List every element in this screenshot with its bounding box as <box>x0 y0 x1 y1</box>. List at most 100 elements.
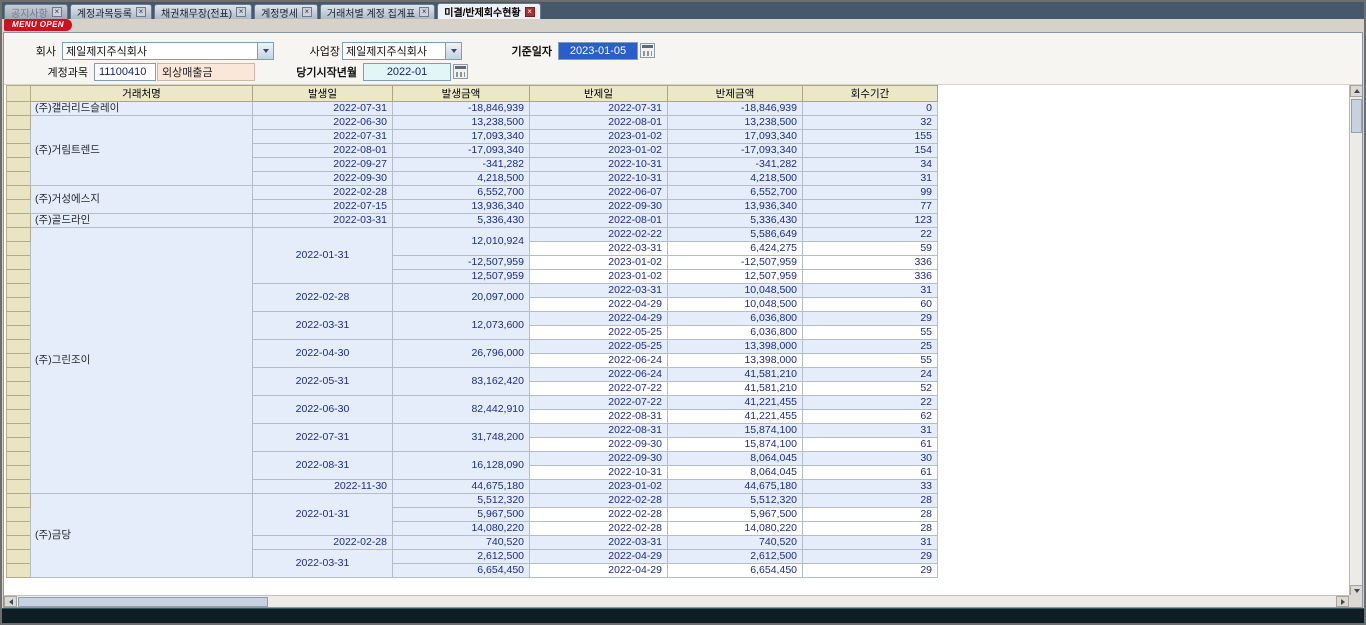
occur-amount-cell[interactable]: 12,073,600 <box>393 312 530 340</box>
menu-open-button[interactable]: MENU OPEN <box>4 19 72 31</box>
row-indicator[interactable] <box>7 522 31 536</box>
vertical-scrollbar-thumb[interactable] <box>1351 99 1362 133</box>
settle-date-cell[interactable]: 2022-02-28 <box>530 522 668 536</box>
period-cell[interactable]: 33 <box>803 480 938 494</box>
settle-amount-cell[interactable]: 4,218,500 <box>668 172 803 186</box>
period-cell[interactable]: 62 <box>803 410 938 424</box>
tab-close-icon[interactable]: × <box>136 7 146 17</box>
scroll-up-icon[interactable] <box>1350 85 1362 97</box>
occur-date-cell[interactable]: 2022-06-30 <box>253 396 393 424</box>
settle-amount-cell[interactable]: 13,238,500 <box>668 116 803 130</box>
row-indicator[interactable] <box>7 242 31 256</box>
row-indicator[interactable] <box>7 102 31 116</box>
settle-date-cell[interactable]: 2022-09-30 <box>530 438 668 452</box>
row-indicator[interactable] <box>7 312 31 326</box>
row-indicator[interactable] <box>7 452 31 466</box>
settle-date-cell[interactable]: 2022-04-29 <box>530 312 668 326</box>
period-cell[interactable]: 55 <box>803 326 938 340</box>
account-code-input[interactable]: 11100410 <box>94 63 156 81</box>
settle-date-cell[interactable]: 2022-07-22 <box>530 396 668 410</box>
row-indicator[interactable] <box>7 200 31 214</box>
settle-amount-cell[interactable]: 15,874,100 <box>668 438 803 452</box>
period-cell[interactable]: 60 <box>803 298 938 312</box>
settle-date-cell[interactable]: 2022-03-31 <box>530 242 668 256</box>
row-indicator[interactable] <box>7 284 31 298</box>
settle-amount-cell[interactable]: 6,654,450 <box>668 564 803 578</box>
occur-date-cell[interactable]: 2022-09-27 <box>253 158 393 172</box>
occur-amount-cell[interactable]: 4,218,500 <box>393 172 530 186</box>
row-indicator[interactable] <box>7 438 31 452</box>
settle-amount-cell[interactable]: 6,424,275 <box>668 242 803 256</box>
row-indicator[interactable] <box>7 158 31 172</box>
period-cell[interactable]: 32 <box>803 116 938 130</box>
settle-date-cell[interactable]: 2022-10-31 <box>530 466 668 480</box>
row-indicator[interactable] <box>7 424 31 438</box>
settle-date-cell[interactable]: 2022-05-25 <box>530 326 668 340</box>
period-cell[interactable]: 0 <box>803 102 938 116</box>
period-cell[interactable]: 34 <box>803 158 938 172</box>
period-cell[interactable]: 31 <box>803 172 938 186</box>
settle-date-cell[interactable]: 2022-10-31 <box>530 158 668 172</box>
occur-amount-cell[interactable]: 44,675,180 <box>393 480 530 494</box>
period-cell[interactable]: 25 <box>803 340 938 354</box>
occur-amount-cell[interactable]: 26,796,000 <box>393 340 530 368</box>
settle-amount-cell[interactable]: 15,874,100 <box>668 424 803 438</box>
occur-amount-cell[interactable]: 5,336,430 <box>393 214 530 228</box>
row-indicator[interactable] <box>7 564 31 578</box>
settle-amount-cell[interactable]: 6,552,700 <box>668 186 803 200</box>
base-date-calendar-icon[interactable] <box>640 43 655 58</box>
tab-item[interactable]: 공지사항× <box>4 4 68 19</box>
row-indicator[interactable] <box>7 550 31 564</box>
occur-amount-cell[interactable]: -18,846,939 <box>393 102 530 116</box>
occur-date-cell[interactable]: 2022-11-30 <box>253 480 393 494</box>
settle-date-cell[interactable]: 2022-06-24 <box>530 368 668 382</box>
occur-date-cell[interactable]: 2022-05-31 <box>253 368 393 396</box>
settle-date-cell[interactable]: 2023-01-02 <box>530 256 668 270</box>
occur-amount-cell[interactable]: 5,967,500 <box>393 508 530 522</box>
occur-date-cell[interactable]: 2022-04-30 <box>253 340 393 368</box>
horizontal-scrollbar-thumb[interactable] <box>18 597 268 607</box>
settle-amount-cell[interactable]: 13,398,000 <box>668 354 803 368</box>
settle-date-cell[interactable]: 2022-08-31 <box>530 424 668 438</box>
settle-amount-cell[interactable]: 14,080,220 <box>668 522 803 536</box>
settle-date-cell[interactable]: 2023-01-02 <box>530 130 668 144</box>
occur-amount-cell[interactable]: 6,552,700 <box>393 186 530 200</box>
chevron-down-icon[interactable] <box>257 43 273 59</box>
settle-date-cell[interactable]: 2022-10-31 <box>530 172 668 186</box>
settle-amount-cell[interactable]: 6,036,800 <box>668 326 803 340</box>
settle-date-cell[interactable]: 2022-07-22 <box>530 382 668 396</box>
occur-date-cell[interactable]: 2022-03-31 <box>253 550 393 578</box>
settle-date-cell[interactable]: 2022-06-24 <box>530 354 668 368</box>
settle-date-cell[interactable]: 2023-01-02 <box>530 144 668 158</box>
settle-amount-cell[interactable]: 8,064,045 <box>668 452 803 466</box>
scroll-left-icon[interactable] <box>4 596 17 607</box>
customer-cell[interactable]: (주)거성에스지 <box>31 186 253 214</box>
period-cell[interactable]: 29 <box>803 550 938 564</box>
tab-close-icon[interactable]: × <box>52 7 62 17</box>
settle-date-cell[interactable]: 2022-04-29 <box>530 550 668 564</box>
row-indicator[interactable] <box>7 354 31 368</box>
settle-date-cell[interactable]: 2022-02-28 <box>530 494 668 508</box>
settle-date-cell[interactable]: 2022-03-31 <box>530 536 668 550</box>
row-indicator[interactable] <box>7 172 31 186</box>
settle-date-cell[interactable]: 2023-01-02 <box>530 480 668 494</box>
settle-date-cell[interactable]: 2022-05-25 <box>530 340 668 354</box>
settle-amount-cell[interactable]: 6,036,800 <box>668 312 803 326</box>
settle-amount-cell[interactable]: 13,936,340 <box>668 200 803 214</box>
period-cell[interactable]: 155 <box>803 130 938 144</box>
period-cell[interactable]: 123 <box>803 214 938 228</box>
period-cell[interactable]: 24 <box>803 368 938 382</box>
settle-amount-cell[interactable]: 5,586,649 <box>668 228 803 242</box>
settle-amount-cell[interactable]: 41,581,210 <box>668 382 803 396</box>
settle-amount-cell[interactable]: 41,581,210 <box>668 368 803 382</box>
row-indicator[interactable] <box>7 508 31 522</box>
settle-date-cell[interactable]: 2022-06-07 <box>530 186 668 200</box>
settle-date-cell[interactable]: 2022-04-29 <box>530 298 668 312</box>
settle-date-cell[interactable]: 2022-03-31 <box>530 284 668 298</box>
settle-date-cell[interactable]: 2023-01-02 <box>530 270 668 284</box>
account-name-field[interactable]: 외상매출금 <box>157 63 255 81</box>
occur-amount-cell[interactable]: 83,162,420 <box>393 368 530 396</box>
settle-amount-cell[interactable]: 17,093,340 <box>668 130 803 144</box>
period-cell[interactable]: 31 <box>803 284 938 298</box>
occur-date-cell[interactable]: 2022-07-15 <box>253 200 393 214</box>
